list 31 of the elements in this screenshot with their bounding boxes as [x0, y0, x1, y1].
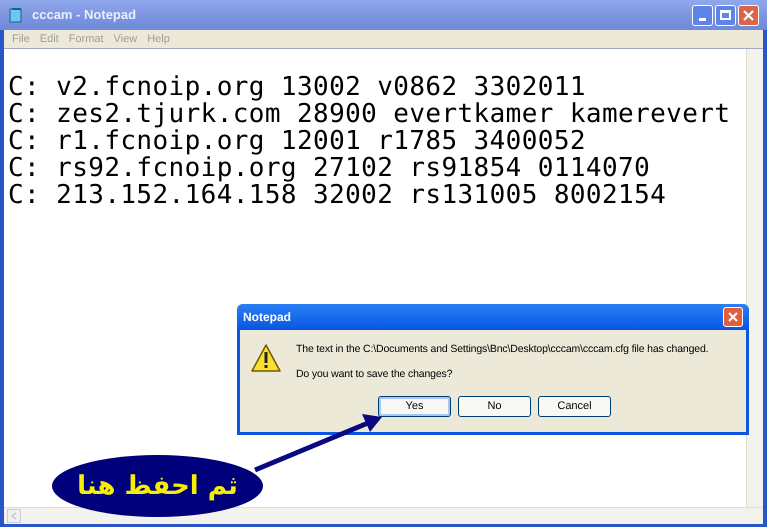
dialog-button[interactable]: No [458, 396, 531, 416]
menu-item[interactable]: Help [142, 30, 175, 48]
dialog-button[interactable]: Cancel [538, 396, 611, 416]
close-icon [728, 312, 738, 322]
dialog-question: Do you want to save the changes? [296, 366, 454, 382]
vertical-scrollbar[interactable] [746, 49, 763, 507]
text-line: C: rs92.fcnoip.org 27102 rs91854 0114070 [8, 155, 652, 182]
menu-item[interactable]: File [7, 30, 35, 48]
text-line: C: 213.152.164.158 32002 rs131005 8002154 [8, 182, 668, 209]
menu-item[interactable]: View [108, 30, 142, 48]
horizontal-scrollbar[interactable] [4, 507, 763, 524]
close-icon [743, 10, 754, 20]
notepad-icon [8, 7, 24, 23]
warning-icon [250, 343, 282, 373]
maximize-button[interactable] [715, 4, 736, 26]
text-line: C: v2.fcnoip.org 13002 v0862 3302011 [8, 74, 587, 101]
dialog-close-button[interactable] [723, 307, 743, 327]
window-title: cccam - Notepad [32, 6, 136, 24]
maximize-icon [720, 10, 731, 20]
scroll-left-icon[interactable] [7, 509, 21, 523]
minimize-button[interactable] [692, 4, 713, 26]
text-line: C: zes2.tjurk.com 28900 evertkamer kamerevert [8, 101, 732, 128]
close-button[interactable] [738, 4, 759, 26]
dialog-title: Notepad [243, 309, 291, 326]
callout-text: ثم احفظ هنا [77, 470, 238, 502]
text-line: C: r1.fcnoip.org 12001 r1785 3400052 [8, 128, 587, 155]
menu-item[interactable]: Edit [34, 30, 64, 48]
dialog-message: The text in the C:\Documents and Settings\Bnc\Desktop\cccam\cccam.cfg file has changed. [296, 342, 708, 357]
menu-item[interactable]: Format [64, 30, 109, 48]
dialog-button[interactable]: Yes [378, 396, 451, 416]
minimize-icon [699, 18, 706, 20]
